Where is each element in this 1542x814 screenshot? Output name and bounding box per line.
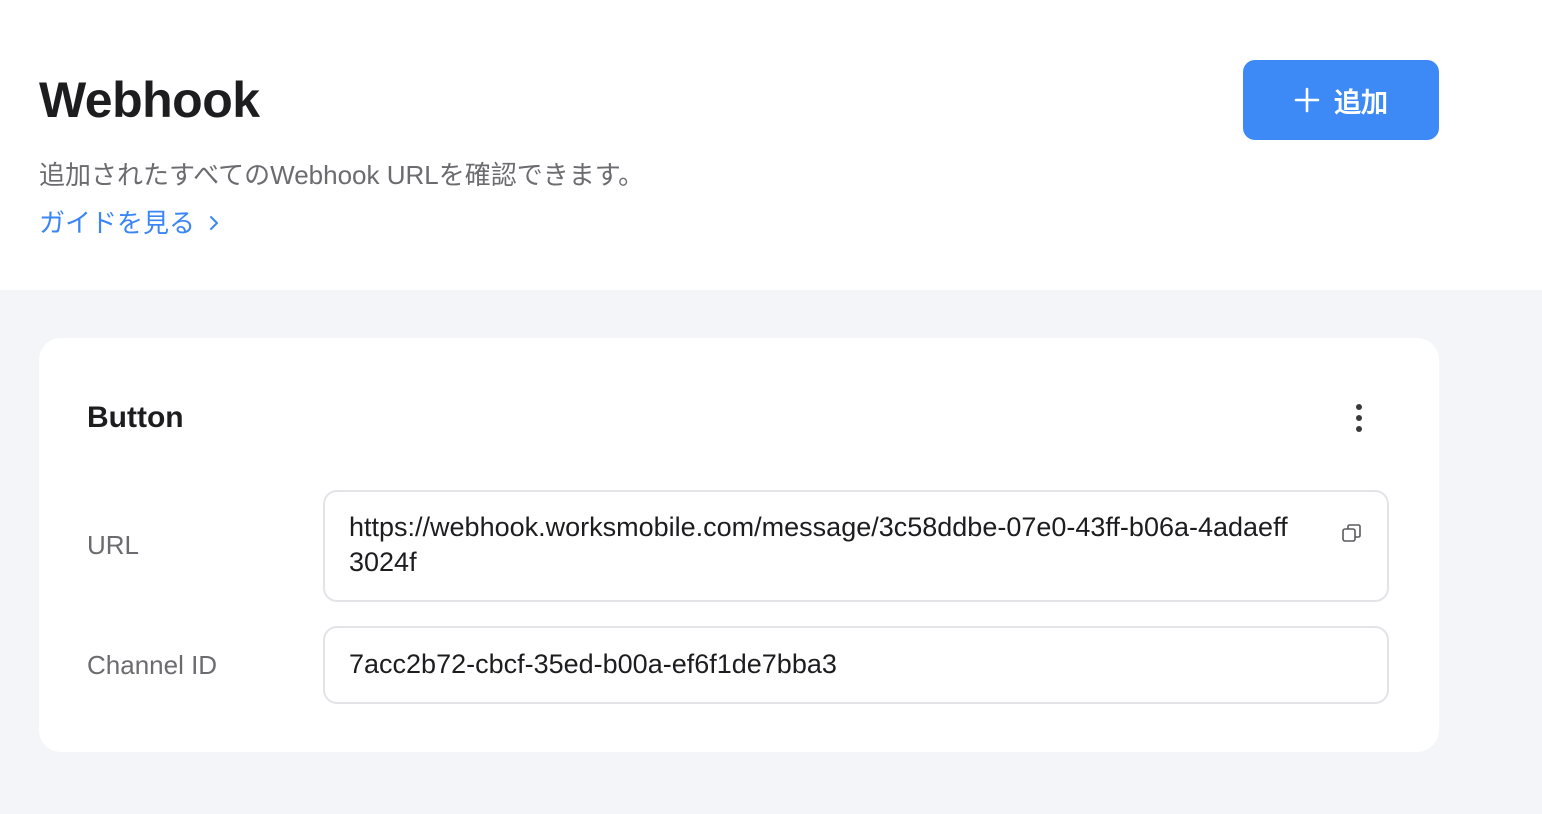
chevron-right-icon (210, 216, 219, 230)
more-vertical-icon-dot (1356, 426, 1362, 432)
add-webhook-button[interactable]: 追加 (1243, 60, 1439, 140)
add-button-label: 追加 (1334, 87, 1388, 118)
page-title: Webhook (39, 72, 260, 128)
page-description: 追加されたすべてのWebhook URLを確認できます。 (39, 160, 645, 190)
url-value[interactable]: https://webhook.worksmobile.com/message/… (349, 510, 1289, 580)
webhook-page: Webhook 追加されたすべてのWebhook URLを確認できます。 ガイド… (0, 0, 1542, 814)
webhook-list-area: Button URL https://webhook.worksmobile.c… (0, 290, 1542, 814)
channel-id-field[interactable]: 7acc2b72-cbcf-35ed-b00a-ef6f1de7bba3 (323, 626, 1389, 704)
webhook-name: Button (87, 401, 184, 434)
guide-link-label: ガイドを見る (39, 208, 196, 238)
url-field[interactable]: https://webhook.worksmobile.com/message/… (323, 490, 1389, 602)
channel-id-value[interactable]: 7acc2b72-cbcf-35ed-b00a-ef6f1de7bba3 (349, 647, 1349, 682)
copy-icon[interactable] (1341, 522, 1363, 544)
more-options-button[interactable] (1339, 394, 1379, 442)
guide-link[interactable]: ガイドを見る (39, 206, 223, 240)
more-vertical-icon (1356, 404, 1362, 410)
plus-icon (1294, 87, 1320, 113)
more-vertical-icon-dot (1356, 415, 1362, 421)
url-label: URL (87, 530, 140, 560)
webhook-card: Button URL https://webhook.worksmobile.c… (39, 338, 1439, 752)
page-header: Webhook 追加されたすべてのWebhook URLを確認できます。 ガイド… (0, 0, 1542, 290)
channel-id-label: Channel ID (87, 650, 218, 680)
